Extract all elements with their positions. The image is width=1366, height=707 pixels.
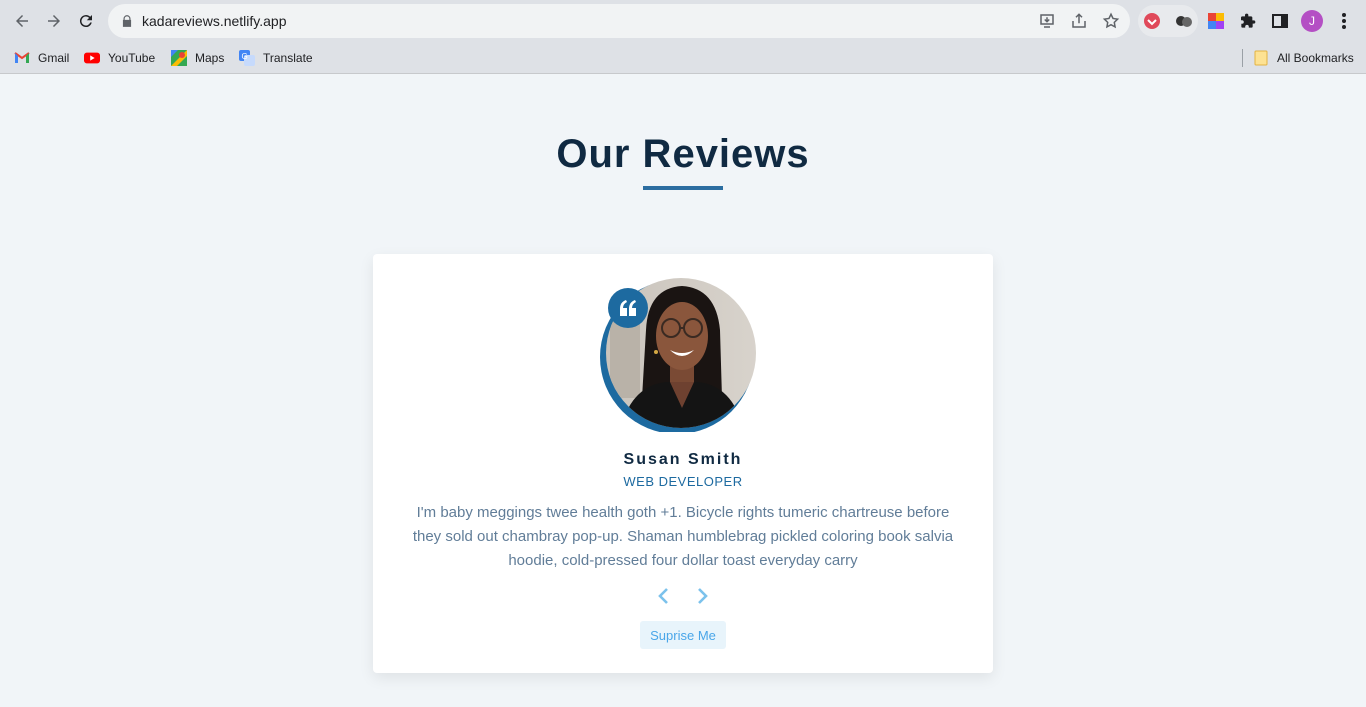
quote-icon xyxy=(620,300,636,316)
review-author: Susan Smith xyxy=(623,451,743,468)
bookmark-label: Maps xyxy=(195,51,225,65)
bookmark-maps[interactable]: Maps xyxy=(171,49,224,67)
side-panel-icon[interactable] xyxy=(1269,10,1291,32)
title-underline xyxy=(643,186,723,190)
maps-icon xyxy=(171,50,187,66)
extension-color-icon[interactable] xyxy=(1205,10,1227,32)
reload-icon xyxy=(79,15,92,28)
all-bookmarks-label: All Bookmarks xyxy=(1277,51,1354,65)
share-icon[interactable] xyxy=(1070,12,1088,30)
address-bar[interactable]: kadareviews.netlify.app xyxy=(108,4,1130,38)
install-icon[interactable] xyxy=(1038,12,1056,30)
folder-icon xyxy=(1253,50,1269,66)
extensions-puzzle-icon[interactable] xyxy=(1237,10,1259,32)
bookmark-youtube[interactable]: YouTube xyxy=(84,49,155,67)
page-title: Our Reviews xyxy=(556,132,810,176)
bookmark-label: Gmail xyxy=(38,51,70,65)
forward-button[interactable] xyxy=(42,9,66,33)
star-icon[interactable] xyxy=(1102,12,1120,30)
quote-badge xyxy=(608,288,648,328)
all-bookmarks-button[interactable]: All Bookmarks xyxy=(1253,49,1354,67)
bookmark-label: Translate xyxy=(263,51,313,65)
bookmarks-bar: Gmail YouTube Maps G Translate All Bookm… xyxy=(0,42,1366,74)
bookmarks-divider xyxy=(1242,49,1243,67)
back-arrow-icon xyxy=(16,15,28,27)
browser-toolbar: kadareviews.netlify.app J xyxy=(0,0,1366,42)
review-job: WEB DEVELOPER xyxy=(623,474,743,489)
svg-text:G: G xyxy=(242,52,248,61)
bookmark-gmail[interactable]: Gmail xyxy=(14,49,69,67)
profile-avatar[interactable]: J xyxy=(1301,10,1323,32)
bookmark-label: YouTube xyxy=(108,51,156,65)
next-button[interactable] xyxy=(692,585,714,607)
youtube-icon xyxy=(84,50,100,66)
gmail-icon xyxy=(14,50,30,66)
bookmark-translate[interactable]: G Translate xyxy=(239,49,313,67)
reload-button[interactable] xyxy=(74,9,98,33)
url-text[interactable]: kadareviews.netlify.app xyxy=(142,13,286,29)
review-card: Susan Smith WEB DEVELOPER I'm baby meggi… xyxy=(373,254,993,673)
chevron-right-icon xyxy=(698,588,708,604)
surprise-me-button[interactable]: Suprise Me xyxy=(640,621,726,649)
extension-red-icon[interactable] xyxy=(1141,10,1163,32)
forward-arrow-icon xyxy=(48,15,60,27)
lock-icon xyxy=(122,15,132,27)
extension-balls-icon[interactable] xyxy=(1173,10,1195,32)
chevron-left-icon xyxy=(658,588,668,604)
menu-kebab-icon[interactable] xyxy=(1333,10,1355,32)
prev-button[interactable] xyxy=(652,585,674,607)
review-text: I'm baby meggings twee health goth +1. B… xyxy=(412,504,954,569)
back-button[interactable] xyxy=(10,9,34,33)
translate-icon: G xyxy=(239,50,255,66)
